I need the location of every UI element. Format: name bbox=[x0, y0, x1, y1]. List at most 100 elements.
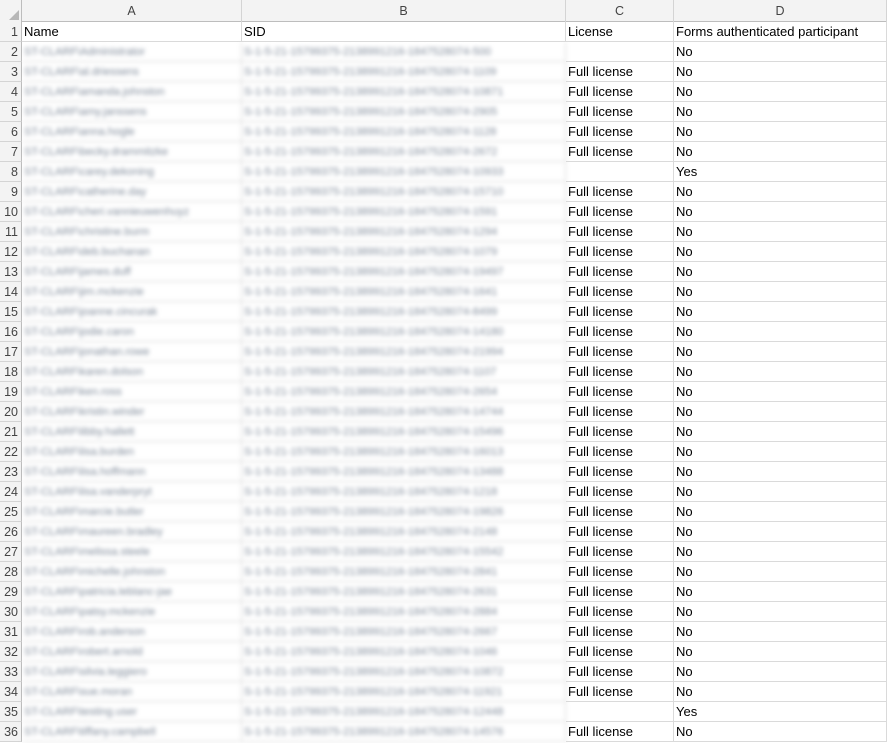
sid-cell[interactable]: S-1-5-21-15799375-2138991216-1847528074-… bbox=[242, 302, 566, 322]
name-cell[interactable]: ST-CLARF\amy.janssens bbox=[22, 102, 242, 122]
name-cell[interactable]: ST-CLARF\michelle.johnston bbox=[22, 562, 242, 582]
license-cell[interactable]: Full license bbox=[566, 602, 674, 622]
license-cell[interactable]: Full license bbox=[566, 562, 674, 582]
row-header[interactable]: 19 bbox=[0, 382, 22, 402]
row-header[interactable]: 10 bbox=[0, 202, 22, 222]
sid-cell[interactable]: S-1-5-21-15799375-2138991216-1847528074-… bbox=[242, 482, 566, 502]
row-header[interactable]: 17 bbox=[0, 342, 22, 362]
row-header[interactable]: 12 bbox=[0, 242, 22, 262]
name-cell[interactable]: ST-CLARF\maureen.bradley bbox=[22, 522, 242, 542]
row-header[interactable]: 35 bbox=[0, 702, 22, 722]
license-cell[interactable]: Full license bbox=[566, 222, 674, 242]
forms-auth-cell[interactable]: No bbox=[674, 62, 887, 82]
license-cell[interactable]: Full license bbox=[566, 242, 674, 262]
license-cell[interactable]: Full license bbox=[566, 302, 674, 322]
sid-cell[interactable]: S-1-5-21-15799375-2138991216-1847528074-… bbox=[242, 142, 566, 162]
row-header[interactable]: 6 bbox=[0, 122, 22, 142]
name-cell[interactable]: ST-CLARF\jim.mckenzie bbox=[22, 282, 242, 302]
license-cell[interactable]: Full license bbox=[566, 662, 674, 682]
forms-auth-cell[interactable]: Yes bbox=[674, 162, 887, 182]
row-header[interactable]: 22 bbox=[0, 442, 22, 462]
row-header[interactable]: 5 bbox=[0, 102, 22, 122]
sid-cell[interactable]: S-1-5-21-15799375-2138991216-1847528074-… bbox=[242, 642, 566, 662]
name-cell[interactable]: ST-CLARF\silvia.leggiero bbox=[22, 662, 242, 682]
row-header[interactable]: 30 bbox=[0, 602, 22, 622]
license-cell[interactable]: Full license bbox=[566, 482, 674, 502]
sid-cell[interactable]: S-1-5-21-15799375-2138991216-1847528074-… bbox=[242, 362, 566, 382]
license-cell[interactable]: Full license bbox=[566, 102, 674, 122]
license-cell[interactable]: Full license bbox=[566, 722, 674, 742]
name-cell[interactable]: ST-CLARF\rob.anderson bbox=[22, 622, 242, 642]
forms-auth-cell[interactable]: No bbox=[674, 502, 887, 522]
sid-cell[interactable]: S-1-5-21-15799375-2138991216-1847528074-… bbox=[242, 182, 566, 202]
license-cell[interactable]: Full license bbox=[566, 582, 674, 602]
row-header[interactable]: 26 bbox=[0, 522, 22, 542]
name-cell[interactable]: ST-CLARF\ken.ross bbox=[22, 382, 242, 402]
sid-cell[interactable]: S-1-5-21-15799375-2138991216-1847528074-… bbox=[242, 202, 566, 222]
forms-auth-cell[interactable]: Yes bbox=[674, 702, 887, 722]
row-header[interactable]: 8 bbox=[0, 162, 22, 182]
license-cell[interactable]: Full license bbox=[566, 542, 674, 562]
name-cell[interactable]: ST-CLARF\cheri.vannieuwenhuyz bbox=[22, 202, 242, 222]
license-cell[interactable]: Full license bbox=[566, 122, 674, 142]
name-cell[interactable]: ST-CLARF\jodie.caron bbox=[22, 322, 242, 342]
forms-auth-cell[interactable]: No bbox=[674, 662, 887, 682]
license-cell[interactable]: Full license bbox=[566, 342, 674, 362]
name-cell[interactable]: ST-CLARF\libby.hallett bbox=[22, 422, 242, 442]
license-cell[interactable]: Full license bbox=[566, 262, 674, 282]
sid-cell[interactable]: S-1-5-21-15799375-2138991216-1847528074-… bbox=[242, 282, 566, 302]
sid-cell[interactable]: S-1-5-21-15799375-2138991216-1847528074-… bbox=[242, 82, 566, 102]
sid-cell[interactable]: S-1-5-21-15799375-2138991216-1847528074-… bbox=[242, 262, 566, 282]
name-cell[interactable]: ST-CLARF\tiffany.campbell bbox=[22, 722, 242, 742]
select-all-button[interactable] bbox=[0, 0, 22, 22]
row-header[interactable]: 9 bbox=[0, 182, 22, 202]
row-header[interactable]: 18 bbox=[0, 362, 22, 382]
sid-cell[interactable]: S-1-5-21-15799375-2138991216-1847528074-… bbox=[242, 322, 566, 342]
forms-auth-cell[interactable]: No bbox=[674, 322, 887, 342]
name-cell[interactable]: ST-CLARF\testing.user bbox=[22, 702, 242, 722]
name-cell[interactable]: ST-CLARF\patsy.mckenzie bbox=[22, 602, 242, 622]
license-cell[interactable] bbox=[566, 702, 674, 722]
row-header[interactable]: 36 bbox=[0, 722, 22, 742]
name-cell[interactable]: ST-CLARF\melissa.steele bbox=[22, 542, 242, 562]
sid-cell[interactable]: S-1-5-21-15799375-2138991216-1847528074-… bbox=[242, 662, 566, 682]
forms-auth-cell[interactable]: No bbox=[674, 282, 887, 302]
license-cell[interactable]: Full license bbox=[566, 522, 674, 542]
column-header-b[interactable]: B bbox=[242, 0, 566, 22]
name-cell[interactable]: ST-CLARF\lisa.vanderpryt bbox=[22, 482, 242, 502]
name-cell[interactable]: Name bbox=[22, 22, 242, 42]
row-header[interactable]: 33 bbox=[0, 662, 22, 682]
row-header[interactable]: 34 bbox=[0, 682, 22, 702]
license-cell[interactable]: Full license bbox=[566, 642, 674, 662]
sid-cell[interactable]: SID bbox=[242, 22, 566, 42]
forms-auth-cell[interactable]: No bbox=[674, 382, 887, 402]
sid-cell[interactable]: S-1-5-21-15799375-2138991216-1847528074-… bbox=[242, 422, 566, 442]
forms-auth-cell[interactable]: No bbox=[674, 222, 887, 242]
sid-cell[interactable]: S-1-5-21-15799375-2138991216-1847528074-… bbox=[242, 542, 566, 562]
forms-auth-cell[interactable]: No bbox=[674, 342, 887, 362]
forms-auth-cell[interactable]: No bbox=[674, 362, 887, 382]
forms-auth-cell[interactable]: No bbox=[674, 182, 887, 202]
name-cell[interactable]: ST-CLARF\lisa.hoffmann bbox=[22, 462, 242, 482]
sid-cell[interactable]: S-1-5-21-15799375-2138991216-1847528074-… bbox=[242, 502, 566, 522]
row-header[interactable]: 4 bbox=[0, 82, 22, 102]
license-cell[interactable]: Full license bbox=[566, 682, 674, 702]
row-header[interactable]: 23 bbox=[0, 462, 22, 482]
sid-cell[interactable]: S-1-5-21-15799375-2138991216-1847528074-… bbox=[242, 462, 566, 482]
row-header[interactable]: 29 bbox=[0, 582, 22, 602]
row-header[interactable]: 16 bbox=[0, 322, 22, 342]
forms-auth-cell[interactable]: No bbox=[674, 542, 887, 562]
sid-cell[interactable]: S-1-5-21-15799375-2138991216-1847528074-… bbox=[242, 442, 566, 462]
license-cell[interactable] bbox=[566, 42, 674, 62]
license-cell[interactable]: Full license bbox=[566, 402, 674, 422]
row-header[interactable]: 32 bbox=[0, 642, 22, 662]
forms-auth-cell[interactable]: No bbox=[674, 102, 887, 122]
sid-cell[interactable]: S-1-5-21-15799375-2138991216-1847528074-… bbox=[242, 622, 566, 642]
name-cell[interactable]: ST-CLARF\anna.hogle bbox=[22, 122, 242, 142]
license-cell[interactable]: Full license bbox=[566, 62, 674, 82]
name-cell[interactable]: ST-CLARF\deb.buchanan bbox=[22, 242, 242, 262]
name-cell[interactable]: ST-CLARF\joanne.cincurak bbox=[22, 302, 242, 322]
name-cell[interactable]: ST-CLARF\amanda.johnston bbox=[22, 82, 242, 102]
row-header[interactable]: 11 bbox=[0, 222, 22, 242]
sid-cell[interactable]: S-1-5-21-15799375-2138991216-1847528074-… bbox=[242, 722, 566, 742]
